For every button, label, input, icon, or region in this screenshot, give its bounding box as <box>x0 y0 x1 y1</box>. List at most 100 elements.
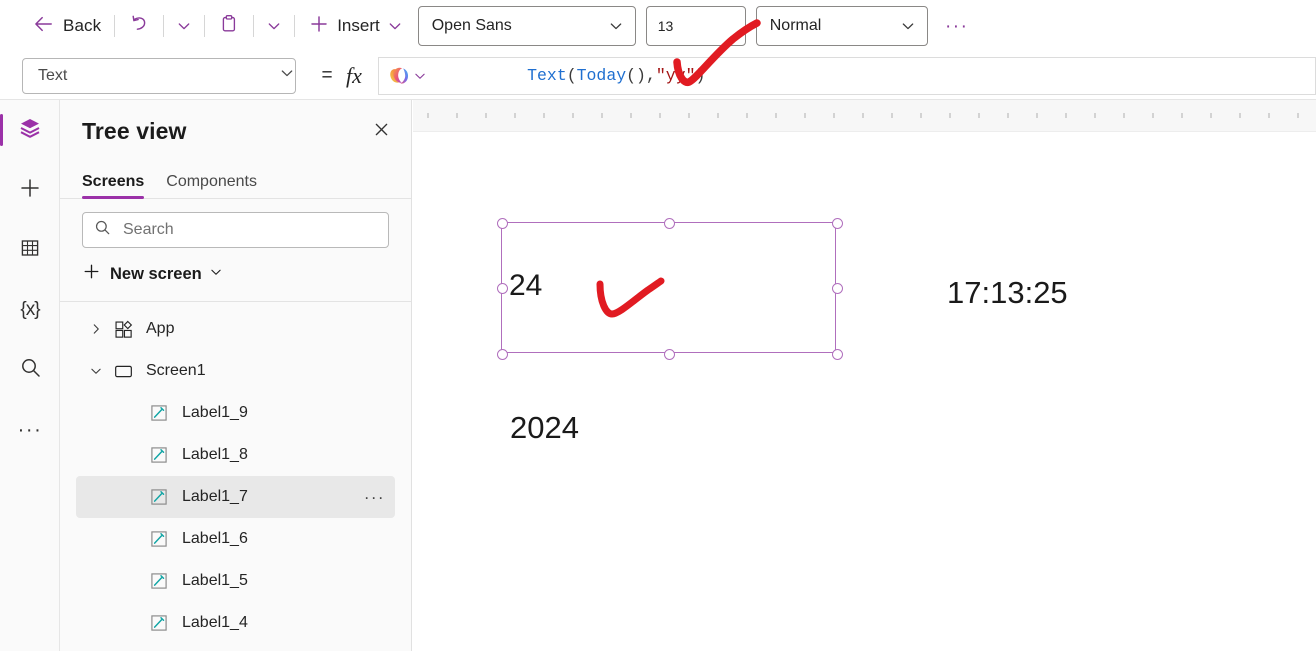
app-icon <box>112 318 134 340</box>
rail-item-more[interactable]: ··· <box>0 400 60 460</box>
tree-node-more-button[interactable]: ··· <box>364 489 385 506</box>
arrow-left-icon <box>32 13 54 40</box>
tree-node-app[interactable]: App <box>76 308 395 350</box>
new-screen-button[interactable]: New screen <box>76 256 395 292</box>
search-icon <box>94 219 111 241</box>
font-size-value: 13 <box>647 18 745 34</box>
command-bar: Back <box>0 0 1316 52</box>
app-canvas[interactable]: 24 2024 17:13:25 <box>413 132 1316 651</box>
rail-item-search[interactable] <box>0 340 60 400</box>
rail-item-tree-view[interactable] <box>0 100 60 160</box>
formula-text: Text(Today(),"yy") <box>448 57 705 95</box>
tree-node-label: Label1_5 <box>182 572 248 590</box>
copilot-icon <box>388 65 410 87</box>
selection-handle[interactable] <box>664 218 675 229</box>
tree-node-label: Label1_4 <box>182 614 248 632</box>
chevron-right-icon[interactable] <box>86 319 106 339</box>
new-screen-label: New screen <box>110 265 202 284</box>
separator <box>253 15 254 37</box>
undo-options-chevron[interactable] <box>171 11 197 41</box>
ruler-tick <box>978 113 980 118</box>
separator <box>163 15 164 37</box>
copilot-button[interactable] <box>378 57 436 95</box>
fx-symbol: fx <box>346 63 362 89</box>
ruler-tick <box>688 113 690 118</box>
ruler-tick <box>891 113 893 118</box>
close-panel-button[interactable] <box>367 118 395 146</box>
ruler-tick <box>1123 113 1125 118</box>
tree-view-panel: Tree view Screens Components <box>60 100 412 651</box>
separator <box>204 15 205 37</box>
selected-control-frame[interactable] <box>501 222 836 353</box>
rail-item-insert[interactable] <box>0 160 60 220</box>
plus-icon <box>308 13 330 40</box>
canvas-region: 24 2024 17:13:25 <box>413 100 1316 651</box>
tree-view-tabs: Screens Components <box>60 162 411 199</box>
tree-node-label: Screen1 <box>146 362 206 380</box>
tree-node-label1-8[interactable]: Label1_8 <box>76 434 395 476</box>
year-full-label[interactable]: 2024 <box>510 412 579 443</box>
paste-options-chevron[interactable] <box>261 11 287 41</box>
font-size-input[interactable]: 13 <box>646 6 746 46</box>
back-button[interactable]: Back <box>26 9 107 43</box>
selection-handle[interactable] <box>832 283 843 294</box>
chevron-down-icon[interactable] <box>86 361 106 381</box>
tab-components[interactable]: Components <box>166 173 257 198</box>
selection-handle[interactable] <box>664 349 675 360</box>
tree-node-label1-7[interactable]: Label1_7 ··· <box>76 476 395 518</box>
ruler-tick <box>572 113 574 118</box>
undo-button[interactable] <box>122 9 156 43</box>
tree-view-header: Tree view <box>60 100 411 162</box>
selection-handle[interactable] <box>497 283 508 294</box>
ruler-tick <box>1094 113 1096 118</box>
property-select[interactable]: Text <box>22 58 296 94</box>
font-family-select[interactable]: Open Sans <box>418 6 636 46</box>
undo-icon <box>128 13 150 40</box>
font-weight-value: Normal <box>757 17 900 35</box>
ruler-tick <box>1268 113 1270 118</box>
paste-icon <box>218 13 240 40</box>
selection-handle[interactable] <box>832 349 843 360</box>
ruler-tick <box>1065 113 1067 118</box>
rail-item-data[interactable] <box>0 220 60 280</box>
tree-node-label1-9[interactable]: Label1_9 <box>76 392 395 434</box>
rail-item-variables[interactable]: {x} <box>0 280 60 340</box>
plus-insert-icon <box>18 176 42 205</box>
command-bar-overflow-button[interactable]: ··· <box>942 11 972 41</box>
selected-label-text[interactable]: 24 <box>509 271 542 301</box>
insert-button[interactable]: Insert <box>302 9 409 43</box>
selection-handle[interactable] <box>832 218 843 229</box>
ruler-tick <box>1152 113 1154 118</box>
formula-bar: Text = fx <box>0 52 1316 100</box>
separator <box>114 15 115 37</box>
search-input[interactable] <box>121 220 377 240</box>
tree-node-label1-5[interactable]: Label1_5 <box>76 560 395 602</box>
horizontal-ruler <box>413 100 1316 132</box>
ruler-tick <box>862 113 864 118</box>
ruler-tick <box>427 113 429 118</box>
screen-icon <box>112 360 134 382</box>
selection-handle[interactable] <box>497 218 508 229</box>
font-weight-select[interactable]: Normal <box>756 6 928 46</box>
tree-node-label: Label1_6 <box>182 530 248 548</box>
paste-button[interactable] <box>212 9 246 43</box>
search-box[interactable] <box>82 212 389 248</box>
selection-handle[interactable] <box>497 349 508 360</box>
tree-node-label1-6[interactable]: Label1_6 <box>76 518 395 560</box>
ruler-tick <box>1007 113 1009 118</box>
search-icon <box>19 356 42 384</box>
tree-node-label1-4[interactable]: Label1_4 <box>76 602 395 644</box>
back-label: Back <box>63 16 101 36</box>
time-label[interactable]: 17:13:25 <box>947 277 1068 308</box>
tree-node-screen1[interactable]: Screen1 <box>76 350 395 392</box>
chevron-down-icon <box>413 69 427 83</box>
ruler-tick <box>543 113 545 118</box>
insert-label: Insert <box>337 16 380 36</box>
label-icon <box>148 612 170 634</box>
ruler-tick <box>485 113 487 118</box>
powerapps-studio-window: Back <box>0 0 1316 651</box>
tab-screens[interactable]: Screens <box>82 173 144 198</box>
formula-input[interactable]: Text(Today(),"yy") <box>436 57 1316 95</box>
variables-icon: {x} <box>20 299 39 321</box>
chevron-down-icon <box>209 265 223 284</box>
